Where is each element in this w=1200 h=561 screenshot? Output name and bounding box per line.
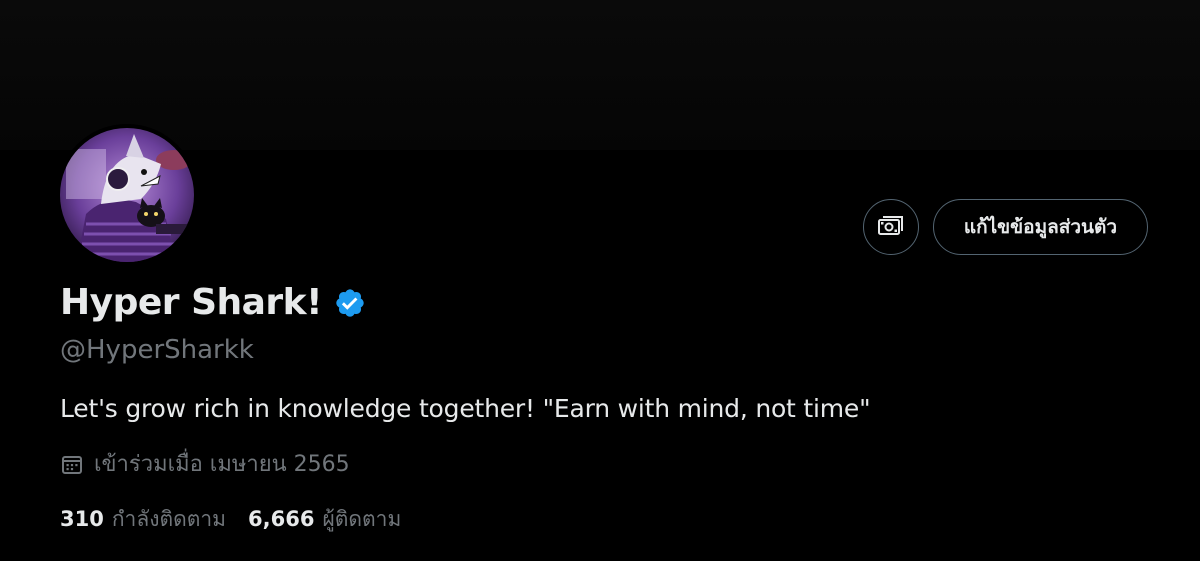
followers-count: 6,666 (248, 507, 315, 531)
following-label: กำลังติดตาม (111, 507, 227, 531)
avatar-image (56, 124, 198, 266)
joined-date: เข้าร่วมเมื่อ เมษายน 2565 (60, 446, 350, 481)
profile-actions: แก้ไขข้อมูลส่วนตัว (862, 199, 1148, 255)
avatar[interactable] (56, 124, 198, 266)
handle: @HyperSharkk (60, 335, 254, 365)
monetization-button[interactable] (862, 199, 919, 255)
verified-badge-icon[interactable] (334, 287, 366, 319)
edit-profile-button[interactable]: แก้ไขข้อมูลส่วนตัว (932, 199, 1148, 255)
followers-label: ผู้ติดตาม (322, 507, 402, 531)
display-name: Hyper Shark! (60, 282, 323, 323)
joined-text: เข้าร่วมเมื่อ เมษายน 2565 (94, 452, 350, 477)
followers-link[interactable]: 6,666 ผู้ติดตาม (248, 503, 401, 536)
following-count: 310 (60, 507, 104, 531)
money-icon (877, 216, 903, 235)
profile-header: แก้ไขข้อมูลส่วนตัว Hyper Shark! @HyperSh… (0, 0, 1200, 561)
follow-stats: 310 กำลังติดตาม 6,666 ผู้ติดตาม (60, 503, 423, 536)
bio: Let's grow rich in knowledge together! "… (60, 394, 871, 423)
following-link[interactable]: 310 กำลังติดตาม (60, 503, 226, 536)
name-row: Hyper Shark! (60, 282, 366, 323)
calendar-icon (62, 455, 82, 474)
profile-banner[interactable] (0, 0, 1200, 150)
